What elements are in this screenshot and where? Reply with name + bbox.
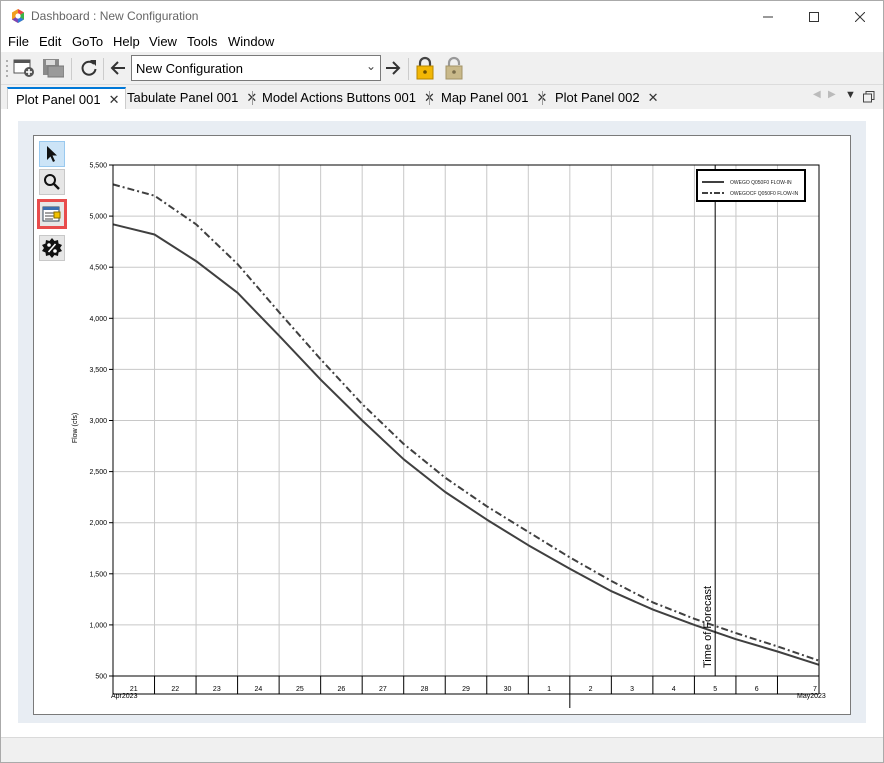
tab-label: Plot Panel 001 <box>16 92 101 107</box>
tab-label: Model Actions Buttons 001 <box>262 90 416 105</box>
x-axis-start-month: Apr2023 <box>111 693 138 700</box>
tab-separator <box>429 91 430 105</box>
y-tick-label: 2,000 <box>89 520 107 527</box>
new-configuration-button[interactable] <box>12 56 36 80</box>
x-tick-label: 22 <box>171 686 179 693</box>
forward-button[interactable] <box>381 56 405 80</box>
save-icon <box>43 59 64 78</box>
restore-panel-icon[interactable] <box>863 91 875 103</box>
y-tick-label: 4,000 <box>89 316 107 323</box>
y-tick-label: 500 <box>95 674 107 681</box>
menu-bar: File Edit GoTo Help View Tools Window <box>1 32 883 52</box>
chart-legend: OWEGO Q050F0 FLOW-IN OWEGOCF Q050F0 FLOW… <box>696 169 806 202</box>
menu-help[interactable]: Help <box>113 34 140 49</box>
x-tick-label: 29 <box>462 686 470 693</box>
back-button[interactable] <box>106 56 130 80</box>
menu-view[interactable]: View <box>149 34 177 49</box>
y-tick-label: 3,500 <box>89 367 107 374</box>
x-tick-label: 23 <box>213 686 221 693</box>
tab-map-panel-001[interactable]: Map Panel 001✕ <box>433 87 553 109</box>
close-button[interactable] <box>837 1 883 32</box>
y-tick-label: 2,500 <box>89 469 107 476</box>
x-tick-label: 28 <box>421 686 429 693</box>
tab-label: Tabulate Panel 001 <box>127 90 239 105</box>
scroll-tabs-right-icon[interactable]: ▶ <box>828 89 836 100</box>
y-tick-label: 5,500 <box>89 163 107 170</box>
x-tick-label: 3 <box>630 686 634 693</box>
lock-button[interactable] <box>413 56 437 80</box>
title-bar: Dashboard : New Configuration <box>1 1 883 32</box>
close-icon <box>855 11 865 22</box>
x-tick-label: 24 <box>254 686 262 693</box>
tab-tabulate-panel-001[interactable]: Tabulate Panel 001✕ <box>119 87 263 109</box>
x-tick-label: 7 <box>813 686 817 693</box>
menu-edit[interactable]: Edit <box>39 34 61 49</box>
toolbar: New Configuration ⌄ <box>1 52 883 85</box>
save-button[interactable] <box>41 56 65 80</box>
plot-frame: 5,500 5,000 4,500 4,000 3,500 3,000 2,500 2,000… <box>33 135 851 715</box>
unlock-icon <box>445 56 463 80</box>
new-window-icon <box>13 59 34 77</box>
toolbar-grip-icon <box>6 60 8 77</box>
x-tick-label: 5 <box>713 686 717 693</box>
tab-bar: Plot Panel 001✕ Tabulate Panel 001✕ Mode… <box>1 85 883 109</box>
tab-list-dropdown-icon[interactable]: ▼ <box>845 89 856 101</box>
window-title: Dashboard : New Configuration <box>31 9 199 23</box>
legend-label-series-2: OWEGOCF Q050F0 FLOW-IN <box>730 191 799 197</box>
arrow-right-icon <box>386 61 401 75</box>
x-tick-label: 25 <box>296 686 304 693</box>
plot-panel-content: 5,500 5,000 4,500 4,000 3,500 3,000 2,500 2,000… <box>1 109 883 737</box>
minimize-button[interactable] <box>745 1 791 32</box>
menu-window[interactable]: Window <box>228 34 274 49</box>
x-tick-label: 21 <box>130 686 138 693</box>
configuration-select[interactable]: New Configuration ⌄ <box>131 55 381 81</box>
tab-separator <box>252 91 253 105</box>
tab-label: Plot Panel 002 <box>555 90 640 105</box>
x-tick-label: 6 <box>755 686 759 693</box>
app-window: Dashboard : New Configuration File Edit … <box>0 0 884 763</box>
tab-separator <box>542 91 543 105</box>
y-tick-label: 1,000 <box>89 622 107 629</box>
lock-icon <box>416 56 434 80</box>
toolbar-separator <box>103 58 104 80</box>
status-bar <box>1 737 883 762</box>
tab-label: Map Panel 001 <box>441 90 529 105</box>
toolbar-separator <box>408 58 409 80</box>
flow-chart[interactable]: 5,500 5,000 4,500 4,000 3,500 3,000 2,500 2,000… <box>34 136 850 714</box>
y-axis-label: Flow (cfs) <box>72 413 79 443</box>
y-tick-label: 4,500 <box>89 265 107 272</box>
toolbar-separator <box>71 58 72 80</box>
x-tick-label: 4 <box>672 686 676 693</box>
close-tab-icon[interactable]: ✕ <box>648 90 659 105</box>
minimize-icon <box>763 16 773 17</box>
x-axis-end-month: May2023 <box>797 693 826 700</box>
chevron-down-icon: ⌄ <box>365 59 376 73</box>
refresh-button[interactable] <box>77 56 101 80</box>
tab-plot-panel-001[interactable]: Plot Panel 001 ✕ <box>7 87 127 109</box>
arrow-left-icon <box>110 61 125 75</box>
tab-model-actions-buttons-001[interactable]: Model Actions Buttons 001✕ <box>254 87 441 109</box>
y-tick-label: 5,000 <box>89 214 107 221</box>
tab-plot-panel-002[interactable]: Plot Panel 002 ✕ <box>547 87 664 109</box>
x-tick-label: 1 <box>547 686 551 693</box>
x-tick-label: 26 <box>338 686 346 693</box>
app-logo-icon <box>12 9 24 23</box>
time-of-forecast-label: Time of Forecast <box>702 586 714 668</box>
legend-label-series-1: OWEGO Q050F0 FLOW-IN <box>730 180 792 186</box>
close-tab-icon[interactable]: ✕ <box>109 92 120 107</box>
x-tick-label: 27 <box>379 686 387 693</box>
x-tick-label: 2 <box>589 686 593 693</box>
maximize-icon <box>809 11 819 22</box>
x-tick-label: 30 <box>504 686 512 693</box>
y-tick-label: 1,500 <box>89 571 107 578</box>
menu-goto[interactable]: GoTo <box>72 34 103 49</box>
menu-file[interactable]: File <box>8 34 29 49</box>
menu-tools[interactable]: Tools <box>187 34 217 49</box>
scroll-tabs-left-icon[interactable]: ◀ <box>813 89 821 100</box>
configuration-select-value: New Configuration <box>136 61 243 76</box>
refresh-icon <box>81 60 97 76</box>
maximize-button[interactable] <box>791 1 837 32</box>
y-tick-label: 3,000 <box>89 418 107 425</box>
unlock-button[interactable] <box>442 56 466 80</box>
